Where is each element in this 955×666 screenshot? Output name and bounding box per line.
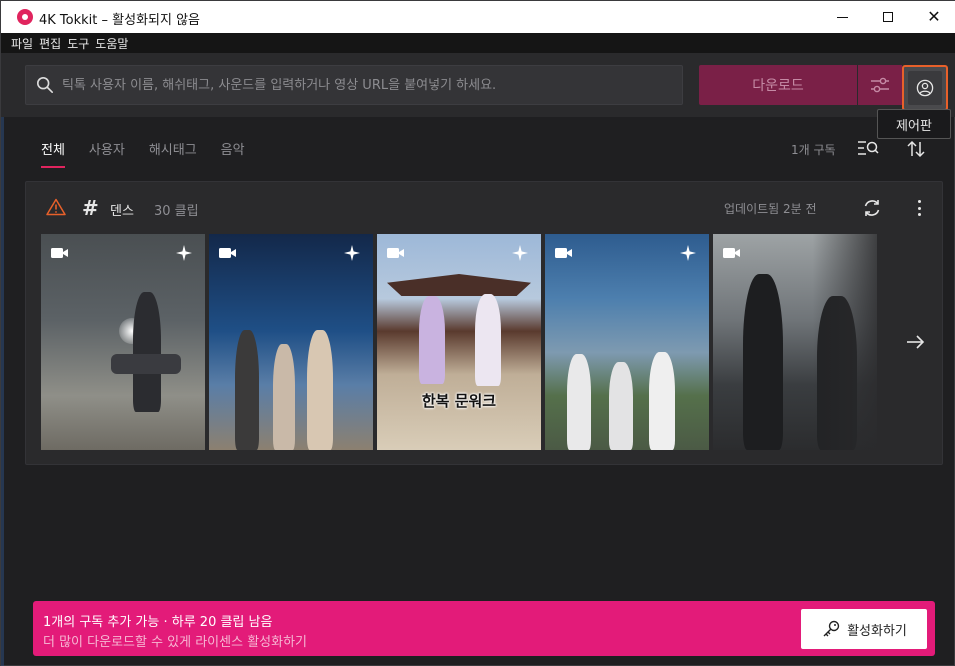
clip-thumbnail[interactable] bbox=[209, 234, 373, 450]
list-search-icon[interactable] bbox=[857, 139, 879, 157]
tab-all[interactable]: 전체 bbox=[41, 139, 65, 168]
subscription-name[interactable]: 덴스 bbox=[110, 200, 134, 219]
close-icon: ✕ bbox=[927, 7, 941, 26]
control-panel-button[interactable] bbox=[902, 65, 948, 111]
license-banner: 1개의 구독 추가 가능 · 하루 20 클립 남음 더 많이 다운로드할 수 … bbox=[33, 601, 935, 656]
sort-icon[interactable] bbox=[906, 139, 926, 159]
sparkle-icon bbox=[176, 245, 192, 261]
hash-icon: # bbox=[82, 196, 99, 220]
subscription-card[interactable]: # 덴스 30 클립 업데이트됨 2분 전 한복 문워크 bbox=[25, 181, 943, 465]
left-edge-decoration bbox=[1, 53, 4, 666]
menu-bar: 파일 편집 도구 도움말 bbox=[1, 33, 955, 53]
app-logo-icon bbox=[17, 9, 33, 25]
close-button[interactable]: ✕ bbox=[911, 1, 955, 33]
sparkle-icon bbox=[344, 245, 360, 261]
sparkle-icon bbox=[512, 245, 528, 261]
thumbnail-fade-overlay bbox=[713, 234, 879, 450]
title-bar: 4K Tokkit – 활성화되지 않음 ✕ bbox=[1, 1, 955, 33]
video-icon bbox=[51, 248, 68, 258]
menu-help[interactable]: 도움말 bbox=[95, 35, 128, 52]
sparkle-icon bbox=[680, 245, 696, 261]
banner-limits-text: 1개의 구독 추가 가능 · 하루 20 클립 남음 bbox=[43, 615, 273, 630]
more-vertical-icon[interactable] bbox=[912, 198, 926, 218]
banner-upsell-text: 더 많이 다운로드할 수 있게 라이센스 활성화하기 bbox=[43, 635, 307, 650]
video-icon bbox=[387, 248, 404, 258]
maximize-icon bbox=[883, 12, 893, 22]
clip-thumbnail[interactable] bbox=[545, 234, 709, 450]
clip-thumbnails: 한복 문워크 bbox=[41, 234, 879, 450]
maximize-button[interactable] bbox=[865, 1, 911, 33]
search-input[interactable] bbox=[62, 66, 672, 104]
clip-count: 30 클립 bbox=[154, 204, 199, 219]
key-icon bbox=[823, 620, 840, 637]
clip-thumbnail[interactable] bbox=[41, 234, 205, 450]
video-icon bbox=[219, 248, 236, 258]
control-panel-button-inner bbox=[908, 71, 942, 105]
tab-music[interactable]: 음악 bbox=[221, 139, 245, 168]
download-button[interactable]: 다운로드 bbox=[699, 65, 857, 105]
clip-thumbnail[interactable]: 한복 문워크 bbox=[377, 234, 541, 450]
menu-file[interactable]: 파일 bbox=[11, 35, 33, 52]
warning-icon[interactable] bbox=[46, 198, 66, 216]
activate-button[interactable]: 활성화하기 bbox=[801, 609, 927, 649]
menu-tools[interactable]: 도구 bbox=[67, 35, 89, 52]
clip-caption: 한복 문워크 bbox=[421, 392, 497, 410]
last-updated: 업데이트됨 2분 전 bbox=[724, 202, 817, 216]
download-settings-button[interactable] bbox=[858, 65, 902, 105]
search-bar-area: 다운로드 bbox=[1, 53, 955, 117]
search-icon bbox=[36, 76, 54, 94]
subscription-count: 1개 구독 bbox=[791, 143, 836, 157]
video-icon bbox=[555, 248, 572, 258]
minimize-icon bbox=[836, 16, 848, 18]
filter-tabs: 전체 사용자 해시태그 음악 bbox=[41, 139, 269, 168]
activate-label: 활성화하기 bbox=[847, 623, 907, 639]
tab-hashtags[interactable]: 해시태그 bbox=[149, 139, 197, 168]
app-window: 4K Tokkit – 활성화되지 않음 ✕ 파일 편집 도구 도움말 다운로드 bbox=[0, 0, 955, 666]
menu-edit[interactable]: 편집 bbox=[39, 35, 61, 52]
control-panel-tooltip: 제어판 bbox=[877, 109, 951, 139]
refresh-icon[interactable] bbox=[862, 198, 882, 218]
arrow-right-icon[interactable] bbox=[904, 332, 926, 352]
minimize-button[interactable] bbox=[819, 1, 865, 33]
tab-users[interactable]: 사용자 bbox=[89, 139, 125, 168]
account-icon bbox=[916, 79, 934, 97]
search-box bbox=[25, 65, 683, 105]
sliders-icon bbox=[871, 77, 889, 93]
window-title: 4K Tokkit – 활성화되지 않음 bbox=[39, 13, 200, 28]
